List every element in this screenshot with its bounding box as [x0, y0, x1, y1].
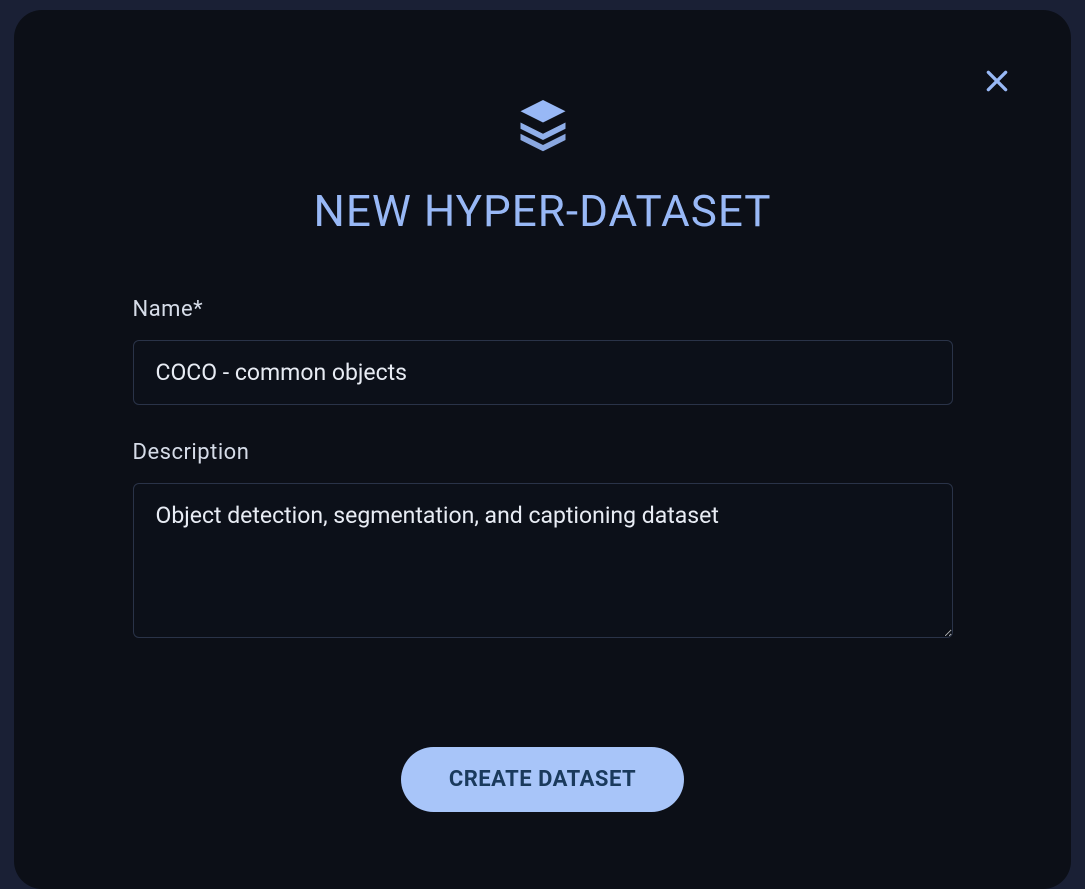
- close-button[interactable]: [981, 65, 1013, 97]
- new-hyper-dataset-modal: NEW HYPER-DATASET Name* Description CREA…: [14, 10, 1071, 889]
- modal-title: NEW HYPER-DATASET: [313, 185, 771, 237]
- description-input[interactable]: [133, 483, 953, 638]
- close-icon: [984, 68, 1010, 94]
- name-field-group: Name*: [133, 297, 953, 405]
- name-label: Name*: [133, 297, 953, 322]
- description-field-group: Description: [133, 440, 953, 642]
- dataset-form: Name* Description: [133, 297, 953, 677]
- layers-icon: [513, 95, 573, 155]
- create-dataset-button[interactable]: CREATE DATASET: [401, 747, 684, 812]
- description-label: Description: [133, 440, 953, 465]
- name-input[interactable]: [133, 340, 953, 405]
- modal-footer: CREATE DATASET: [84, 747, 1001, 812]
